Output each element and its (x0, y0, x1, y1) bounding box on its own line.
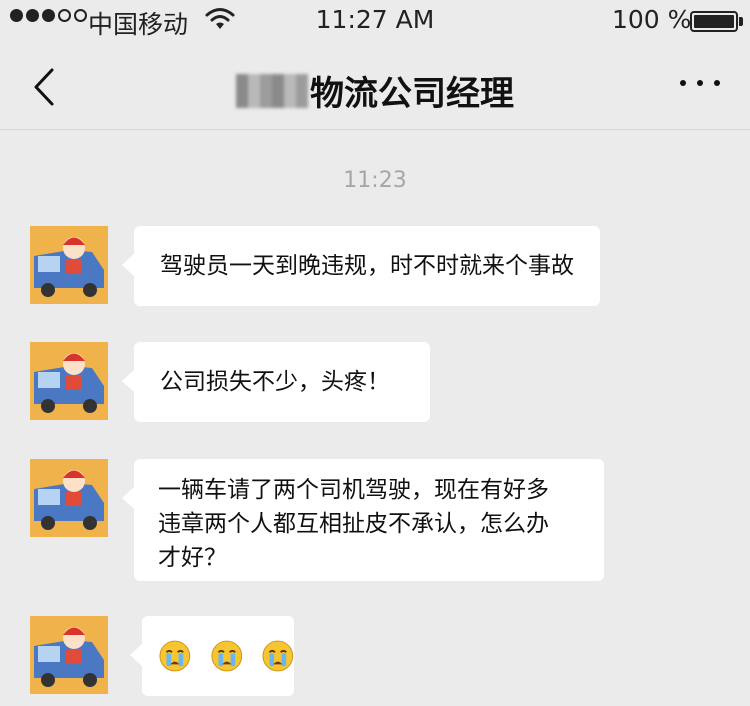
delivery-van-icon (30, 616, 108, 694)
battery-percent: 100 % (612, 5, 692, 34)
crying-face-icon (211, 640, 242, 672)
avatar[interactable] (30, 226, 108, 304)
message-bubble: 驾驶员一天到晚违规，时不时就来个事故 (122, 226, 600, 306)
delivery-van-icon (30, 459, 108, 537)
message-line: 才好？ (158, 545, 227, 571)
delivery-van-icon (30, 342, 108, 420)
message-bubble (130, 616, 294, 696)
status-bar: 中国移动 11:27 AM 100 % (0, 0, 750, 44)
more-horizontal-icon (680, 80, 686, 86)
avatar[interactable] (30, 342, 108, 420)
redacted-name (236, 73, 308, 108)
page-title: 物流公司经理 (310, 74, 514, 114)
battery-nub (739, 17, 743, 26)
nav-bar: 物流公司经理 (0, 44, 750, 130)
battery-icon (690, 11, 738, 32)
message-bubble: 公司损失不少，头疼！ (122, 342, 430, 422)
message-line: 一辆车请了两个司机驾驶，现在有好多 (158, 477, 549, 503)
chat-title: 物流公司经理 (0, 66, 750, 115)
crying-face-icon (262, 640, 294, 672)
message-bubble: 一辆车请了两个司机驾驶，现在有好多 违章两个人都互相扯皮不承认，怎么办 才好？ (122, 459, 604, 581)
delivery-van-icon (30, 226, 108, 304)
crying-face-icon (159, 640, 191, 672)
message-line: 违章两个人都互相扯皮不承认，怎么办 (158, 511, 549, 537)
message-timestamp: 11:23 (343, 168, 407, 193)
avatar[interactable] (30, 459, 108, 537)
emoji-row (159, 639, 294, 673)
avatar[interactable] (30, 616, 108, 694)
more-options-button[interactable] (680, 80, 720, 86)
